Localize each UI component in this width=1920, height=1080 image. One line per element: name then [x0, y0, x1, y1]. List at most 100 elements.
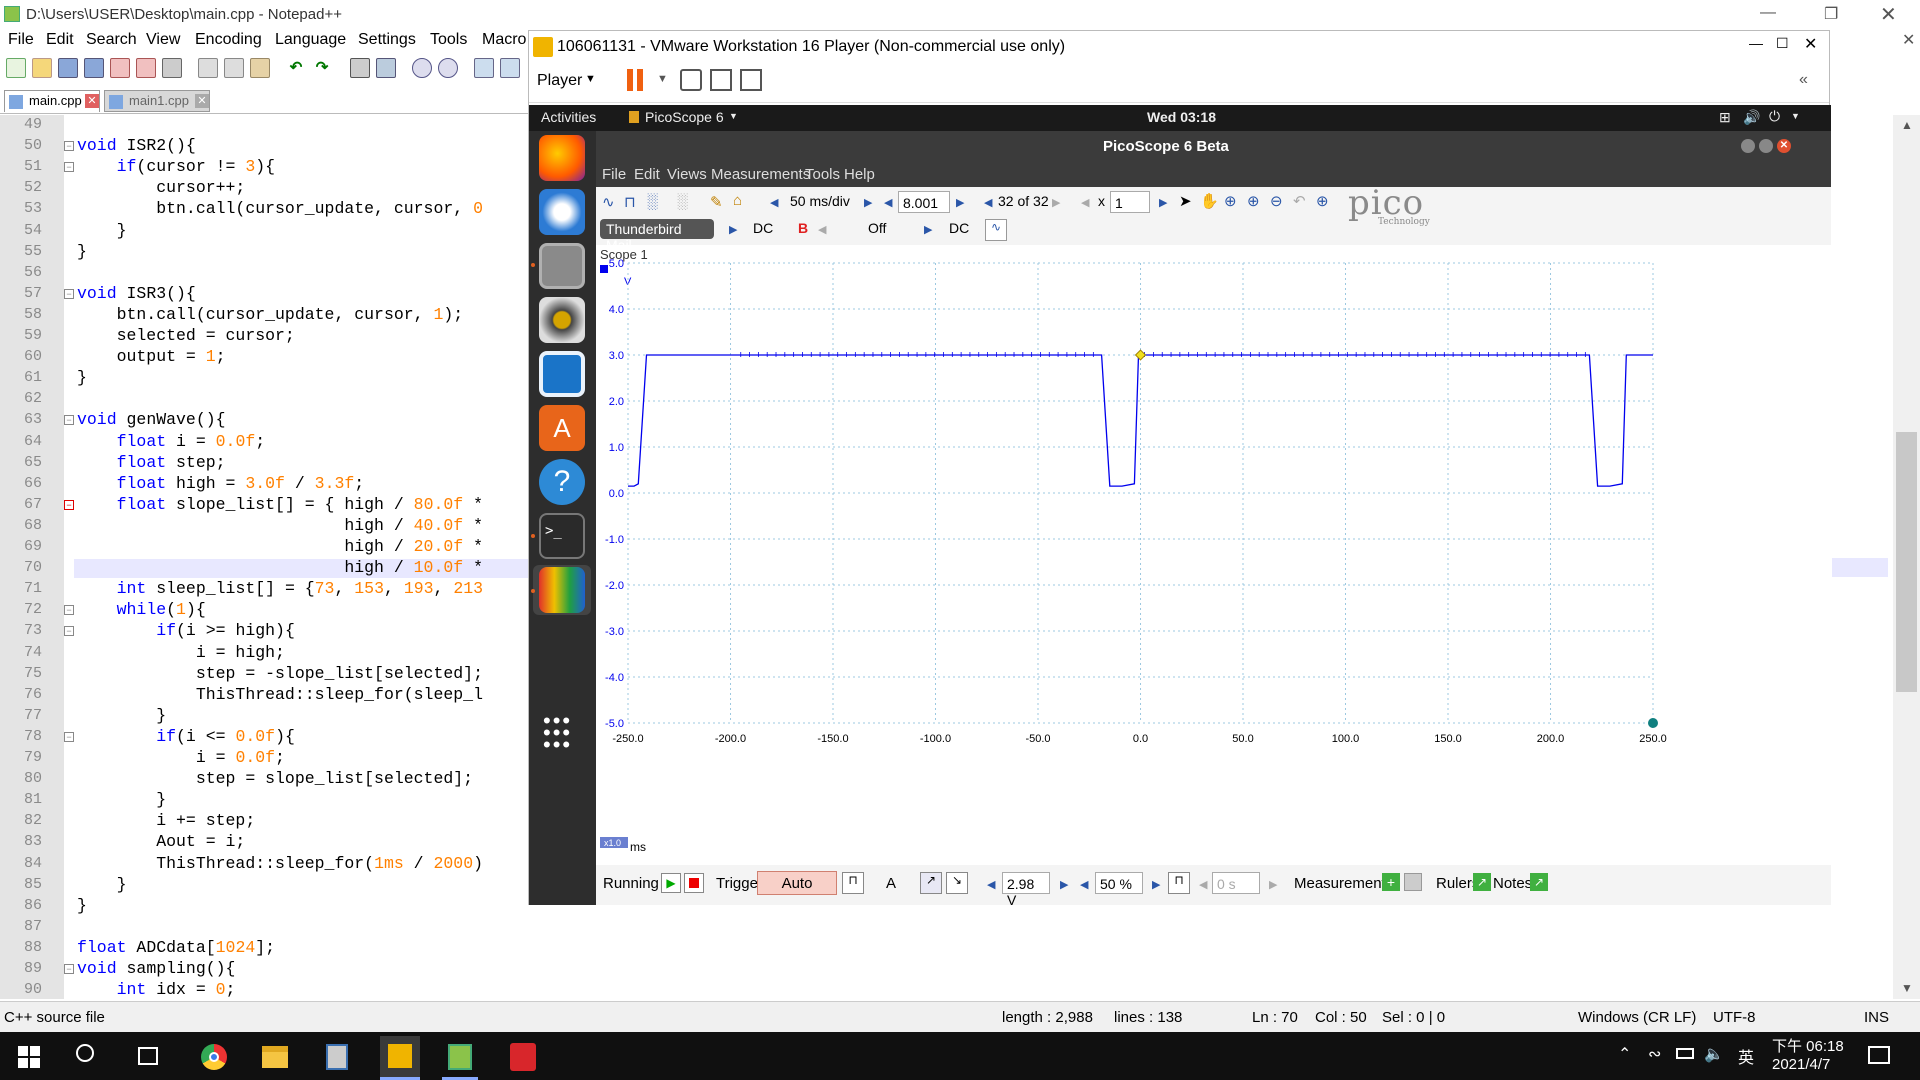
rising-edge-icon[interactable]: ↗ — [920, 872, 942, 894]
pause-icon[interactable] — [627, 69, 643, 91]
delay-prev-icon[interactable]: ◀ — [1199, 878, 1207, 891]
trigger-level-prev-icon[interactable]: ◀ — [987, 878, 995, 891]
start-icon[interactable] — [18, 1046, 40, 1068]
chrome-icon[interactable] — [201, 1044, 227, 1070]
scroll-thumb[interactable] — [1896, 432, 1917, 692]
ime-indicator[interactable]: 英 — [1738, 1044, 1754, 1068]
cut-icon[interactable] — [198, 58, 218, 78]
thunderbird-icon[interactable] — [539, 189, 585, 235]
close-doc-icon[interactable]: ✕ — [1902, 30, 1915, 50]
paste-icon[interactable] — [250, 58, 270, 78]
channel-b-label[interactable]: B — [798, 220, 808, 236]
tab-close-icon[interactable]: ✕ — [195, 94, 209, 108]
samples-next-icon[interactable]: ▶ — [956, 196, 964, 209]
timebase-next-icon[interactable]: ▶ — [864, 196, 872, 209]
taskbar-time[interactable]: 下午 06:18 — [1772, 1035, 1844, 1056]
code-line[interactable]: high / 10.0f * — [77, 558, 483, 577]
menu-view[interactable]: View — [146, 31, 180, 49]
code-line[interactable]: float high = 3.0f / 3.3f; — [77, 474, 365, 493]
vm-minimize-icon[interactable]: — — [1749, 35, 1763, 51]
code-line[interactable]: btn.call(cursor_update, cursor, 0 — [77, 199, 483, 218]
send-ctrl-alt-del-icon[interactable] — [680, 69, 702, 91]
trigger-level-input[interactable]: 2.98 V — [1002, 872, 1050, 908]
close-file-icon[interactable] — [110, 58, 130, 78]
pretrigger-input[interactable]: 50 % — [1095, 872, 1143, 894]
pretrigger-next-icon[interactable]: ▶ — [1152, 878, 1160, 891]
activities-button[interactable]: Activities — [541, 109, 596, 125]
stop-button[interactable] — [684, 873, 704, 893]
channel-b-range-next-icon[interactable]: ▶ — [924, 223, 932, 236]
code-line[interactable]: output = 1; — [77, 347, 226, 366]
speaker-icon[interactable]: 🔈 — [1704, 1044, 1724, 1064]
code-line[interactable]: btn.call(cursor_update, cursor, 1); — [77, 305, 464, 324]
probe-icon[interactable]: ✎ — [710, 193, 723, 211]
find-icon[interactable] — [350, 58, 370, 78]
power-icon[interactable]: ⏻ — [1769, 108, 1780, 125]
trigger-level-next-icon[interactable]: ▶ — [1060, 878, 1068, 891]
task-view-icon[interactable] — [138, 1047, 158, 1065]
notifications-icon[interactable] — [1868, 1046, 1890, 1064]
persistence-mode-icon[interactable]: ⊓ — [624, 193, 636, 211]
tab-close-icon[interactable]: ✕ — [85, 94, 99, 108]
pico-menu-help[interactable]: Help — [844, 166, 875, 183]
start-button[interactable]: ▶ — [661, 873, 681, 893]
save-icon[interactable] — [58, 58, 78, 78]
channel-b-coupling[interactable]: DC — [949, 220, 969, 236]
code-line[interactable]: } — [77, 706, 166, 725]
pico-menu-views[interactable]: Views — [667, 166, 707, 183]
trigger-options-icon[interactable]: ⊓ — [842, 872, 864, 894]
zoom-fit-icon[interactable]: ⊕ — [1316, 192, 1329, 210]
fold-toggle-icon[interactable]: − — [64, 288, 74, 299]
system-menu-chevron-icon[interactable]: ▼ — [1791, 111, 1800, 121]
channel-b-range-prev-icon[interactable]: ◀ — [818, 223, 826, 236]
samples-prev-icon[interactable]: ◀ — [884, 196, 892, 209]
editor-right-area[interactable] — [1832, 115, 1888, 999]
channel-a-coupling[interactable]: DC — [753, 220, 773, 236]
word-wrap-icon[interactable] — [500, 58, 520, 78]
open-file-icon[interactable] — [32, 58, 52, 78]
code-line[interactable]: step = slope_list[selected]; — [77, 769, 473, 788]
zoom-in-tool-icon[interactable]: ⊕ — [1247, 192, 1260, 210]
code-line[interactable]: float slope_list[] = { high / 80.0f * — [77, 495, 483, 514]
menu-macro[interactable]: Macro — [482, 31, 526, 49]
menu-search[interactable]: Search — [86, 31, 137, 49]
scroll-up-icon[interactable]: ▲ — [1901, 118, 1913, 132]
tab-main1-cpp[interactable]: main1.cpp ✕ — [104, 90, 210, 112]
code-line[interactable]: Aout = i; — [77, 832, 245, 851]
code-line[interactable]: selected = cursor; — [77, 326, 295, 345]
scroll-down-icon[interactable]: ▼ — [1901, 981, 1913, 995]
code-line[interactable]: } — [77, 368, 87, 387]
rulers-icon[interactable]: ↗ — [1473, 873, 1491, 891]
code-line[interactable]: ThisThread::sleep_for(sleep_l — [77, 685, 483, 704]
menu-file[interactable]: File — [8, 31, 34, 49]
show-apps-icon[interactable]: ••• ••• ••• — [543, 710, 579, 756]
fold-toggle-icon[interactable]: − — [64, 626, 74, 637]
new-file-icon[interactable] — [6, 58, 26, 78]
vm-maximize-icon[interactable]: ☐ — [1776, 35, 1789, 52]
collapse-toolbar-icon[interactable]: « — [1799, 71, 1808, 89]
fold-toggle-icon[interactable]: − — [64, 964, 74, 974]
player-menu[interactable]: Player — [537, 72, 582, 90]
app-menu-chevron-icon[interactable]: ▼ — [729, 111, 738, 121]
menu-settings[interactable]: Settings — [358, 31, 416, 49]
fold-toggle-icon[interactable]: − — [64, 162, 74, 173]
channel-b-range[interactable]: Off — [868, 220, 886, 236]
samples-input[interactable]: 8.001 kS — [898, 191, 950, 213]
code-line[interactable]: int sleep_list[] = {73, 153, 193, 213 — [77, 579, 483, 598]
code-line[interactable]: ThisThread::sleep_for(1ms / 2000) — [77, 854, 483, 873]
trigger-mode-select[interactable]: Auto — [757, 871, 837, 895]
firefox-icon[interactable] — [539, 135, 585, 181]
edit-measurement-icon[interactable] — [1404, 873, 1422, 891]
notepad-taskbar-icon[interactable] — [448, 1044, 472, 1070]
code-line[interactable]: void genWave(){ — [77, 410, 226, 429]
code-line[interactable]: while(1){ — [77, 600, 206, 619]
buffer-next-icon[interactable]: ▶ — [1052, 196, 1060, 209]
tab-main-cpp[interactable]: main.cpp ✕ — [4, 90, 100, 112]
menu-encoding[interactable]: Encoding — [195, 31, 262, 49]
code-line[interactable]: void ISR2(){ — [77, 136, 196, 155]
fold-toggle-icon[interactable]: − — [64, 499, 74, 510]
clock[interactable]: Wed 03:18 — [1147, 109, 1216, 125]
zoom-out-tool-icon[interactable]: ⊖ — [1270, 192, 1283, 210]
spectrum-view-icon[interactable]: ░ — [677, 193, 688, 210]
code-line[interactable]: step = -slope_list[selected]; — [77, 664, 483, 683]
